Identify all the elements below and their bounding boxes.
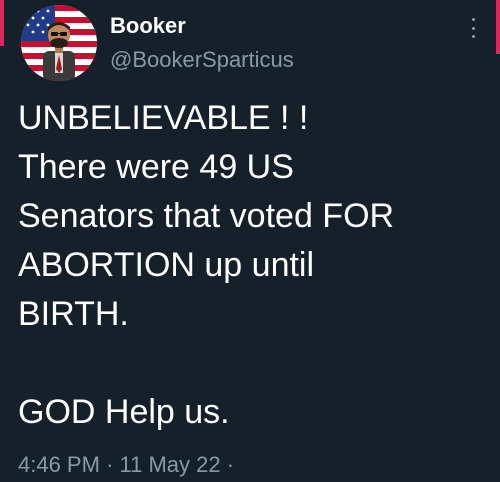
tweet-date: 11 May 22	[119, 452, 221, 477]
author-names: Booker @BookerSparticus	[110, 12, 294, 74]
tweet-time: 4:46 PM	[18, 452, 100, 477]
meta-separator-trailing: ·	[226, 452, 235, 477]
meta-separator: ·	[106, 452, 114, 477]
tweet-text-line: BIRTH.	[18, 295, 129, 333]
tweet-text-line: UNBELIEVABLE ! !	[18, 99, 309, 137]
more-dot	[471, 18, 475, 21]
tweet-text-line: Senators that voted FOR	[18, 197, 395, 235]
tweet-text-line: GOD Help us.	[18, 393, 230, 431]
tweet-text-line: There were 49 US	[18, 148, 294, 186]
username-handle[interactable]: @BookerSparticus	[110, 46, 294, 74]
tweet-text-line: ABORTION up until	[18, 246, 315, 284]
tweet-card: Booker @BookerSparticus UNBELIEVABLE ! !…	[18, 0, 490, 482]
avatar-image	[21, 5, 97, 81]
accent-bar-left	[0, 0, 4, 46]
more-dot	[471, 35, 475, 38]
more-vertical-icon[interactable]	[470, 18, 476, 38]
avatar[interactable]	[21, 5, 97, 81]
more-dot	[471, 26, 475, 30]
accent-bar-right	[496, 0, 500, 54]
tweet-header: Booker @BookerSparticus	[18, 0, 490, 86]
tweet-timestamp[interactable]: 4:46 PM · 11 May 22 ·	[18, 451, 234, 479]
tweet-text: UNBELIEVABLE ! ! There were 49 US Senato…	[18, 94, 490, 437]
display-name[interactable]: Booker	[110, 12, 294, 40]
